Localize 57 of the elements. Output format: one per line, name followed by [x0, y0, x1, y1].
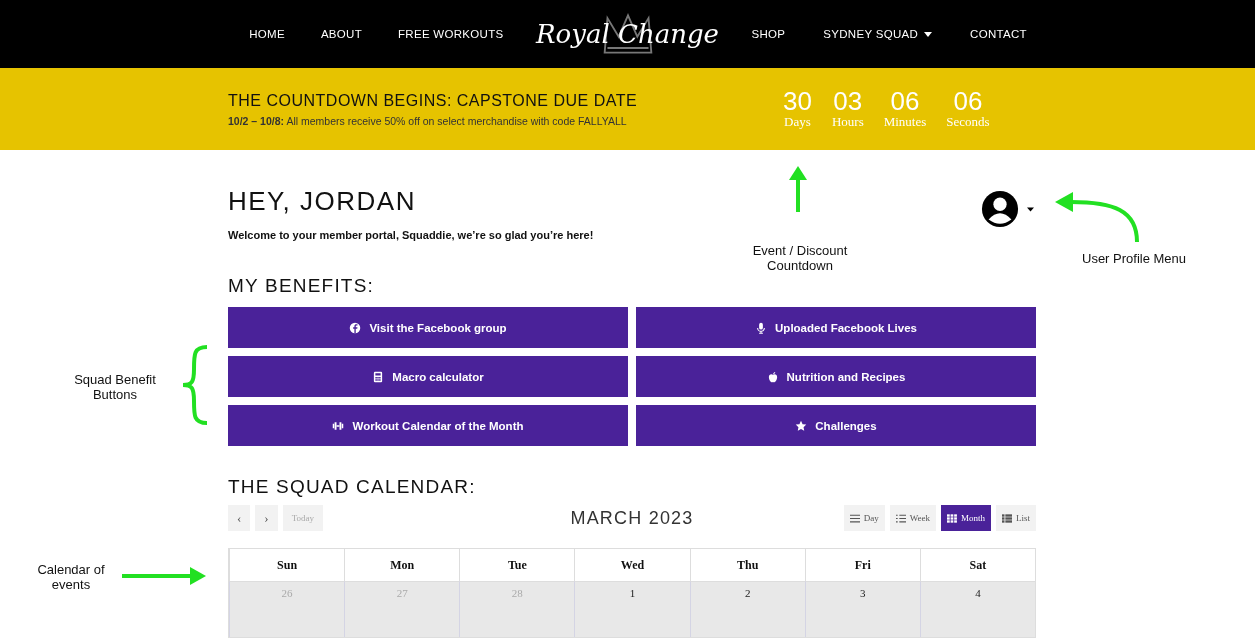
star-icon [795, 419, 808, 432]
grid-icon [946, 513, 957, 523]
user-profile-menu[interactable] [981, 190, 1034, 228]
view-tab[interactable]: Week [889, 505, 936, 531]
nav-link[interactable]: SHOP [751, 28, 786, 40]
microphone-icon [755, 321, 768, 334]
nav-link[interactable]: HOME [249, 28, 285, 40]
dumbbell-icon [332, 419, 345, 432]
previous-button[interactable]: ‹ [228, 505, 251, 531]
benefit-button[interactable]: Visit the Facebook group [228, 307, 628, 348]
caret-icon [924, 31, 933, 37]
banner-title: THE COUNTDOWN BEGINS: CAPSTONE DUE DATE [228, 91, 639, 110]
day-cell[interactable]: 4 [919, 581, 1035, 637]
logo[interactable]: Royal Change [527, 4, 728, 64]
view-tab[interactable]: Day [843, 505, 885, 531]
benefit-button[interactable]: Workout Calendar of the Month [228, 405, 628, 446]
next-button[interactable]: › [255, 505, 278, 531]
lines-icon [849, 513, 860, 523]
view-tab[interactable]: Month [940, 505, 991, 531]
countdown-unit: Hours [831, 114, 864, 130]
day-cell[interactable]: 1 [574, 581, 690, 637]
list-icon [895, 513, 906, 523]
section-heading: MY BENEFITS: [228, 275, 376, 297]
countdown-unit: Minutes [883, 114, 927, 130]
facebook-icon [349, 321, 362, 334]
annotation-label: Event / Discount Countdown [751, 243, 849, 273]
calendar-month-title: MARCH 2023 [570, 507, 694, 529]
annotation-label: Calendar of events [36, 562, 106, 592]
countdown-unit: Days [784, 114, 811, 130]
apple-icon [766, 370, 779, 383]
countdown-value: 06 [953, 88, 983, 114]
caret-icon [1027, 206, 1034, 212]
countdown-unit: Seconds [946, 114, 990, 130]
nav-link[interactable]: CONTACT [970, 28, 1027, 40]
countdown-value: 30 [783, 88, 812, 114]
user-avatar-icon [981, 190, 1019, 228]
nav-link[interactable]: ABOUT [320, 28, 362, 40]
annotation-arrow [788, 166, 808, 212]
day-cell[interactable]: 2 [689, 581, 805, 637]
nav-link[interactable]: SYDNEY SQUAD [823, 28, 933, 40]
greeting-title: HEY, JORDAN [228, 186, 417, 217]
countdown-value: 03 [833, 88, 863, 114]
countdown-value: 06 [890, 88, 920, 114]
annotation-label: User Profile Menu [1082, 251, 1187, 266]
welcome-text: Welcome to your member portal, Squaddie, we’re so glad you’re here! [228, 229, 594, 241]
view-tab[interactable]: List [995, 505, 1036, 531]
benefit-button[interactable]: Uploaded Facebook Lives [636, 307, 1036, 348]
calculator-icon [372, 370, 385, 383]
nav-link[interactable]: FREE WORKOUTS [398, 28, 504, 40]
benefit-button[interactable]: Macro calculator [228, 356, 628, 397]
banner-note: 10/2 – 10/8: All members receive 50% off on select merchandise with code FALLYALL [228, 114, 628, 127]
table-icon [1001, 513, 1012, 523]
day-cell[interactable]: 3 [804, 581, 920, 637]
benefit-button[interactable]: Challenges [636, 405, 1036, 446]
benefit-button[interactable]: Nutrition and Recipes [636, 356, 1036, 397]
annotation-label: Squad Benefit Buttons [73, 372, 157, 402]
section-heading: THE SQUAD CALENDAR: [228, 476, 477, 498]
